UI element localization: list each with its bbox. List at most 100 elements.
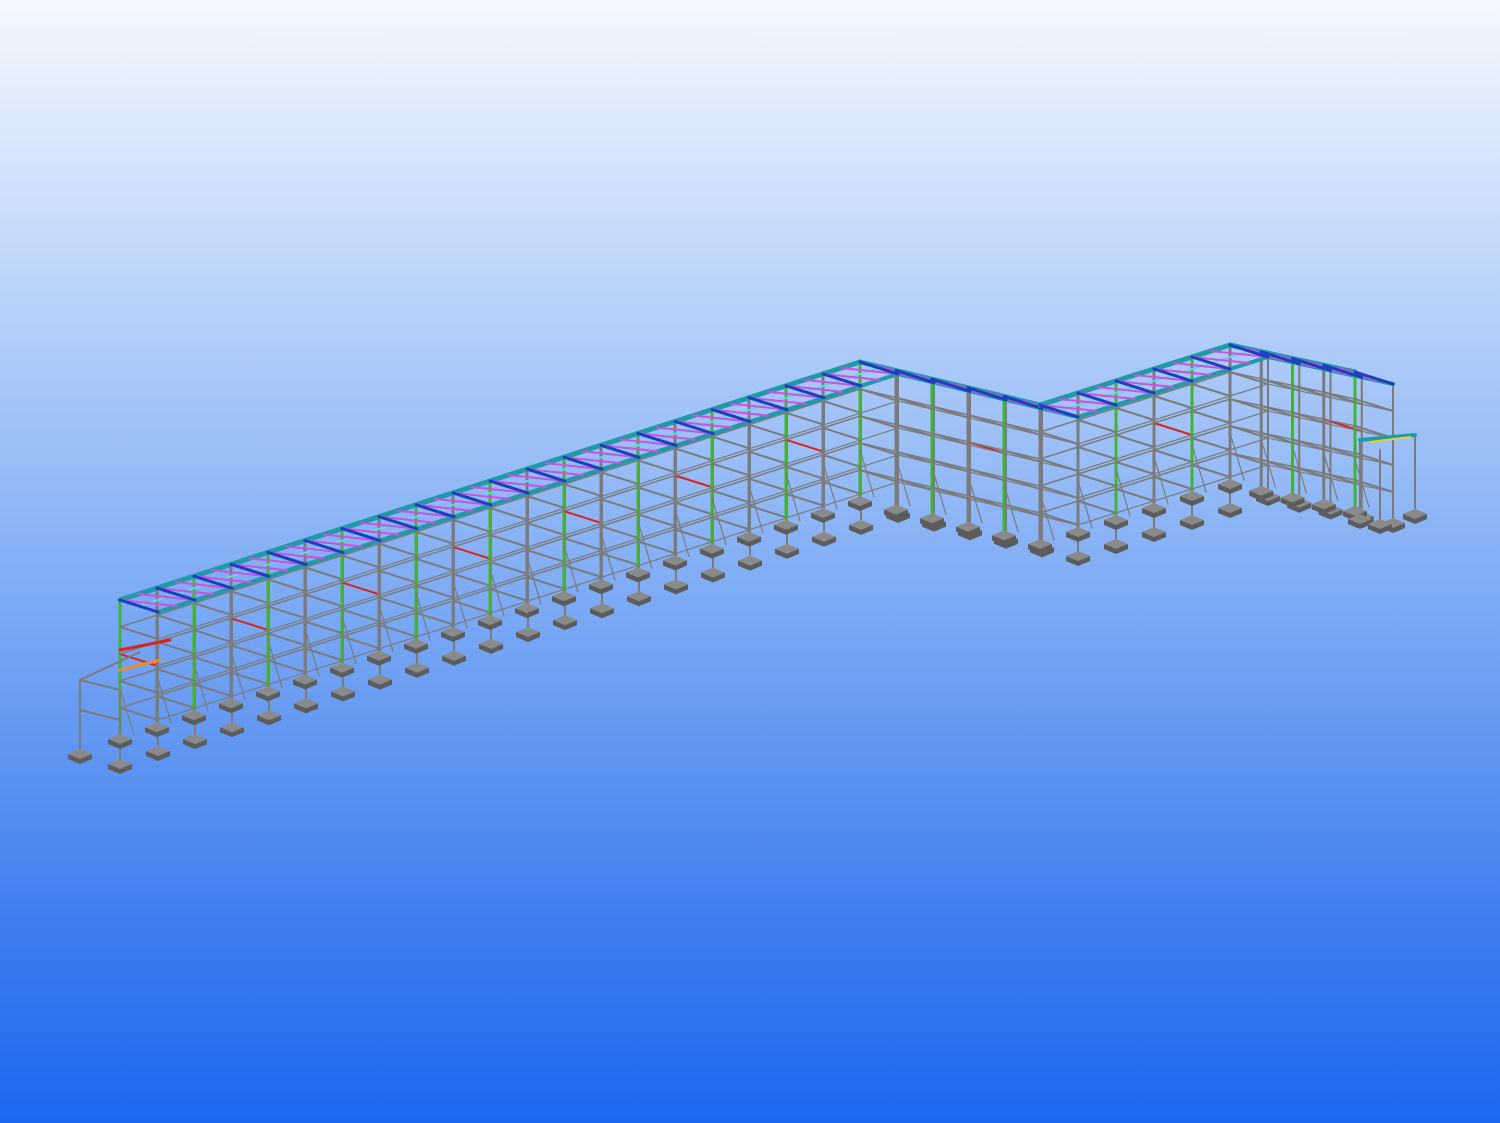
structure-members (79, 343, 1416, 761)
tier-beam (674, 528, 714, 543)
3d-model-viewport[interactable] (0, 0, 1500, 1123)
tier-beam (711, 435, 751, 450)
tier-beam (378, 569, 418, 584)
tier-beam (600, 525, 640, 540)
tier-beam (378, 596, 418, 611)
tier-beam (1191, 383, 1231, 397)
tier-beam (489, 507, 529, 521)
tier-beam (637, 540, 677, 555)
tier-beam (230, 644, 270, 659)
tier-beam (526, 522, 566, 537)
longitudinal-beam (1077, 383, 1269, 445)
tier-beam (822, 426, 862, 441)
tier-beam (1077, 500, 1117, 514)
longitudinal-beam (1077, 464, 1269, 526)
tier-beam (1153, 395, 1193, 409)
tier-beam (452, 545, 492, 560)
platform-beam (79, 679, 121, 691)
tier-beam (452, 599, 492, 614)
tier-beam (230, 617, 270, 632)
tier-beam (489, 534, 529, 548)
tier-beam (822, 480, 862, 495)
longitudinal-beam (859, 469, 1041, 514)
tier-beam (1077, 419, 1117, 433)
tier-beam (230, 671, 270, 686)
tier-beam (1153, 449, 1193, 463)
tier-beam (711, 516, 751, 531)
tier-beam (341, 608, 381, 623)
tier-beam (785, 411, 825, 426)
tier-beam (1115, 407, 1155, 421)
tier-beam (1115, 488, 1155, 502)
tier-beam (304, 620, 344, 635)
tier-beam (526, 549, 566, 564)
tier-beam (304, 593, 344, 608)
tier-beam (785, 465, 825, 480)
tier-beam (267, 632, 307, 647)
tier-beam (415, 611, 455, 626)
tier-beam (489, 561, 529, 575)
tier-beam (674, 501, 714, 516)
tier-beam (1153, 476, 1193, 490)
tier-beam (1191, 410, 1231, 424)
tier-beam (600, 498, 640, 513)
tier-beam (304, 566, 344, 581)
tier-beam (341, 635, 381, 650)
steel-pipe-rack-model (68, 342, 1427, 774)
longitudinal-beam (1039, 452, 1231, 514)
tier-beam (156, 641, 196, 656)
platform-beam (79, 709, 121, 721)
tier-beam (748, 477, 788, 492)
tier-beam (193, 656, 233, 671)
tier-beam (267, 578, 307, 593)
tier-beam (415, 584, 455, 599)
tier-beam (711, 462, 751, 477)
tier-beam (526, 576, 566, 591)
tier-beam (1153, 422, 1193, 436)
tier-beam (378, 623, 418, 638)
tier-beam (415, 530, 455, 545)
tier-beam (748, 504, 788, 519)
top-deck (117, 342, 1417, 614)
tier-beam (1077, 446, 1117, 460)
longitudinal-beam (1077, 410, 1269, 472)
tier-beam (193, 683, 233, 698)
tier-beam (489, 588, 529, 602)
tier-beam (526, 495, 566, 510)
tier-beam (452, 572, 492, 587)
red-member (118, 638, 172, 652)
tier-beam (748, 423, 788, 438)
tier-beam (119, 680, 159, 694)
tier-beam (1191, 437, 1231, 451)
tier-beam (785, 492, 825, 507)
longitudinal-beam (1039, 371, 1231, 433)
tier-beam (415, 557, 455, 572)
tier-beam (304, 647, 344, 662)
tier-beam (452, 518, 492, 533)
tier-beam (563, 483, 603, 498)
tier-beam (156, 668, 196, 683)
tier-beam (119, 626, 159, 640)
tier-beam (563, 510, 603, 525)
tier-beam (267, 659, 307, 674)
tier-beam (230, 590, 270, 605)
tier-beam (822, 399, 862, 414)
tier-beam (674, 447, 714, 462)
tier-beam (193, 629, 233, 644)
tier-beam (156, 614, 196, 629)
tier-beam (119, 707, 159, 721)
tier-beam (156, 695, 196, 710)
tier-beam (563, 537, 603, 552)
tier-beam (563, 564, 603, 579)
tier-beam (674, 474, 714, 489)
tier-beam (637, 513, 677, 528)
tier-beam (378, 542, 418, 557)
tier-beam (1115, 461, 1155, 475)
tier-beam (1115, 434, 1155, 448)
tier-beam (711, 489, 751, 504)
tier-beam (600, 471, 640, 486)
tier-beam (637, 486, 677, 501)
tier-beam (1077, 473, 1117, 487)
tier-beam (637, 459, 677, 474)
tier-beam (267, 605, 307, 620)
